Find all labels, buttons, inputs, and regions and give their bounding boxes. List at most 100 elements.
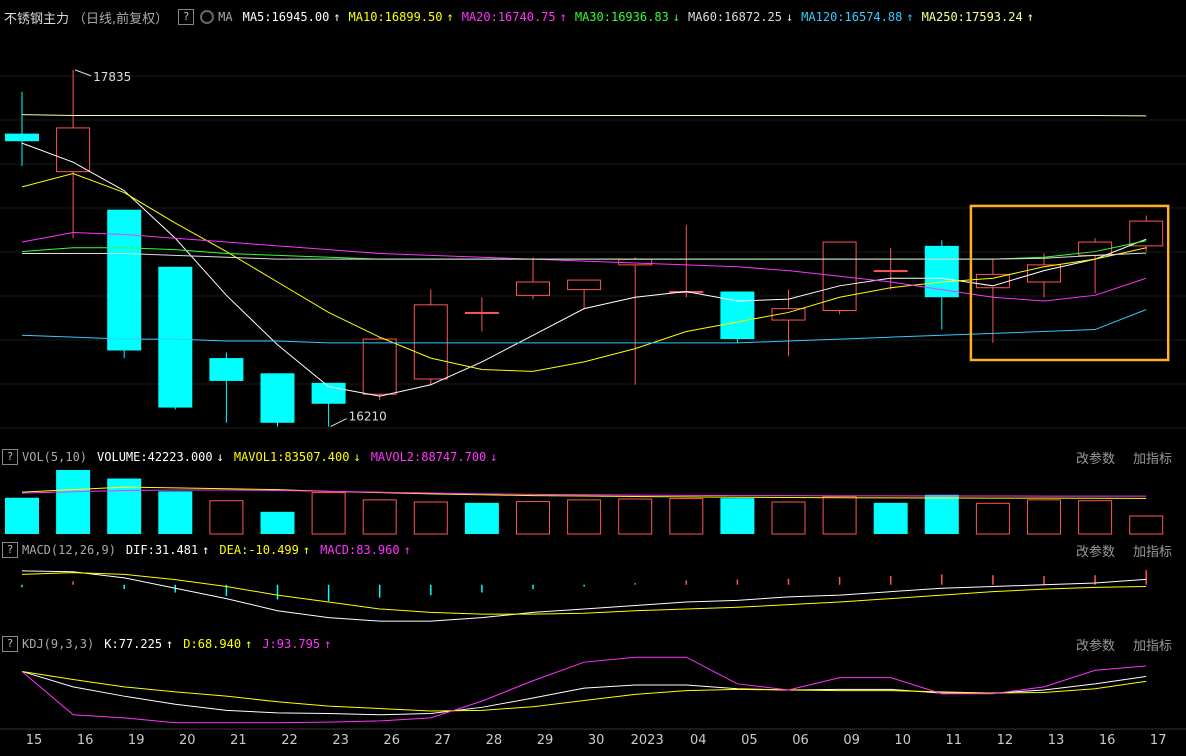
x-tick-label: 21: [230, 733, 247, 748]
x-tick-label: 27: [435, 733, 452, 748]
volume-chart[interactable]: [0, 467, 1186, 537]
candle-body: [260, 373, 295, 423]
kdj-add-indicator-button[interactable]: 加指标: [1133, 635, 1172, 654]
macd-legend: DIF:31.481 ↑ DEA:-10.499 ↑ MACD:83.960 ↑: [126, 543, 421, 557]
volume-bar: [260, 511, 295, 534]
kdj-edit-params-button[interactable]: 改参数: [1076, 635, 1115, 654]
volume-bar: [975, 502, 1010, 535]
d-line: [21, 670, 1147, 712]
volume-bar: [464, 502, 499, 534]
help-icon[interactable]: ?: [2, 449, 18, 465]
ma-line: [22, 252, 1147, 260]
volume-bar: [771, 501, 806, 535]
candle-body: [5, 133, 39, 142]
candle-body: [413, 304, 448, 380]
arrow-up-icon: ↑: [1026, 10, 1034, 24]
vol_header-legend-item: VOLUME:42223.000: [97, 450, 213, 464]
x-tick-label: 16: [1099, 733, 1116, 748]
vol-indicator-name[interactable]: VOL(5,10): [22, 450, 87, 464]
volume-bar: [720, 498, 755, 534]
x-tick-label: 05: [741, 733, 758, 748]
arrow-up-icon: ↑: [245, 637, 253, 651]
candle-body: [1027, 264, 1061, 283]
volume-bar: [618, 498, 653, 535]
arrow-up-icon: ↑: [559, 10, 567, 24]
volume-bar: [362, 499, 397, 535]
low-pointer: [330, 418, 347, 428]
help-icon[interactable]: ?: [2, 636, 18, 652]
arrow-down-icon: ↓: [672, 10, 681, 24]
volume-bar: [413, 501, 448, 535]
macd-edit-params-button[interactable]: 改参数: [1076, 541, 1115, 560]
ma-label[interactable]: MA: [218, 10, 232, 24]
arrow-up-icon: ↑: [446, 10, 454, 24]
kdj-indicator-name[interactable]: KDJ(9,3,3): [22, 637, 94, 651]
arrow-up-icon: ↑: [166, 637, 174, 651]
x-axis: 15 16 19 20 21 22 23 26 27 28 29 30 2023 04 05 06 09 10 11…: [0, 728, 1186, 748]
arrow-up-icon: ↑: [302, 543, 311, 557]
macd_header-legend-item: MACD:83.960: [320, 543, 400, 557]
arrow-up-icon: ↑: [403, 543, 411, 557]
x-tick-label: 10: [894, 733, 911, 748]
ma-legend-item: MA60:16872.25: [688, 10, 782, 24]
arrow-up-icon: ↑: [324, 637, 332, 651]
ma-legend-item: MA5:16945.00: [242, 10, 330, 24]
ma-legend-item: MA250:17593.24: [921, 10, 1023, 24]
candle-body: [56, 127, 91, 173]
x-tick-label: 17: [1150, 733, 1167, 748]
x-tick-label: 15: [26, 733, 43, 748]
main-header: 不锈钢主力 （日线,前复权） ? MA MA5:16945.00 ↑ MA10:16…: [0, 7, 1186, 27]
macd-add-indicator-button[interactable]: 加指标: [1133, 541, 1172, 560]
candlestick-chart[interactable]: 17835 16210: [0, 28, 1186, 446]
kdj-header: ? KDJ(9,3,3) K:77.225 ↑ D:68.940 ↑ J:93.795 ↑…: [0, 634, 1186, 654]
ma-legend-item: MA30:16936.83: [574, 10, 669, 24]
x-tick-label: 06: [792, 733, 809, 748]
help-icon[interactable]: ?: [178, 9, 195, 25]
period-label: （日线,前复权）: [73, 11, 169, 27]
volume-bar: [516, 501, 550, 535]
x-tick-label: 30: [588, 733, 605, 748]
candle-body: [873, 270, 908, 273]
arrow-down-icon: ↓: [216, 450, 224, 464]
volume-bar: [822, 495, 857, 535]
help-icon[interactable]: ?: [2, 542, 18, 558]
vol-legend: VOLUME:42223.000 ↓ MAVOL1:83507.400 ↓ MAVOL2…: [97, 450, 507, 464]
vol-add-indicator-button[interactable]: 加指标: [1133, 448, 1172, 467]
candle-body: [107, 209, 142, 351]
candle-body: [158, 266, 193, 408]
volume-bar: [158, 491, 193, 534]
x-tick-label: 19: [128, 733, 145, 748]
gear-icon[interactable]: [200, 10, 215, 24]
arrow-up-icon: ↑: [202, 543, 210, 557]
ma-legend-item: MA120:16574.88: [801, 10, 903, 24]
candle-body: [516, 281, 550, 296]
x-tick-label: 23: [332, 733, 349, 748]
x-tick-label: 09: [843, 733, 860, 748]
volume-bar: [1129, 515, 1164, 535]
volume-bar: [209, 500, 244, 535]
candle-body: [567, 279, 602, 291]
volume-bar: [669, 498, 704, 535]
kdj_header-legend-item: D:68.940: [183, 637, 242, 651]
dea-line: [21, 572, 1147, 615]
arrow-up-icon: ↑: [906, 10, 914, 24]
kdj_header-legend-item: J:93.795: [262, 637, 321, 651]
volume-bar: [56, 470, 91, 534]
volume-bar: [1078, 500, 1113, 535]
macd-chart[interactable]: [0, 560, 1186, 630]
macd-indicator-name[interactable]: MACD(12,26,9): [22, 543, 116, 557]
volume-bar: [1027, 499, 1061, 535]
high-pointer: [74, 69, 92, 77]
x-tick-label: 13: [1048, 733, 1065, 748]
volume-bar: [873, 502, 908, 534]
j-line: [21, 656, 1147, 724]
vol_header-legend-item: MAVOL2:88747.700: [370, 450, 487, 464]
vol-edit-params-button[interactable]: 改参数: [1076, 448, 1115, 467]
arrow-up-icon: ↑: [333, 10, 341, 24]
candle-body: [362, 338, 397, 395]
contract-title[interactable]: 不锈钢主力: [4, 8, 69, 27]
volume-bar: [311, 492, 346, 535]
candle-body: [618, 258, 653, 266]
kdj-chart[interactable]: [0, 654, 1186, 726]
low-label: 16210: [349, 410, 387, 424]
